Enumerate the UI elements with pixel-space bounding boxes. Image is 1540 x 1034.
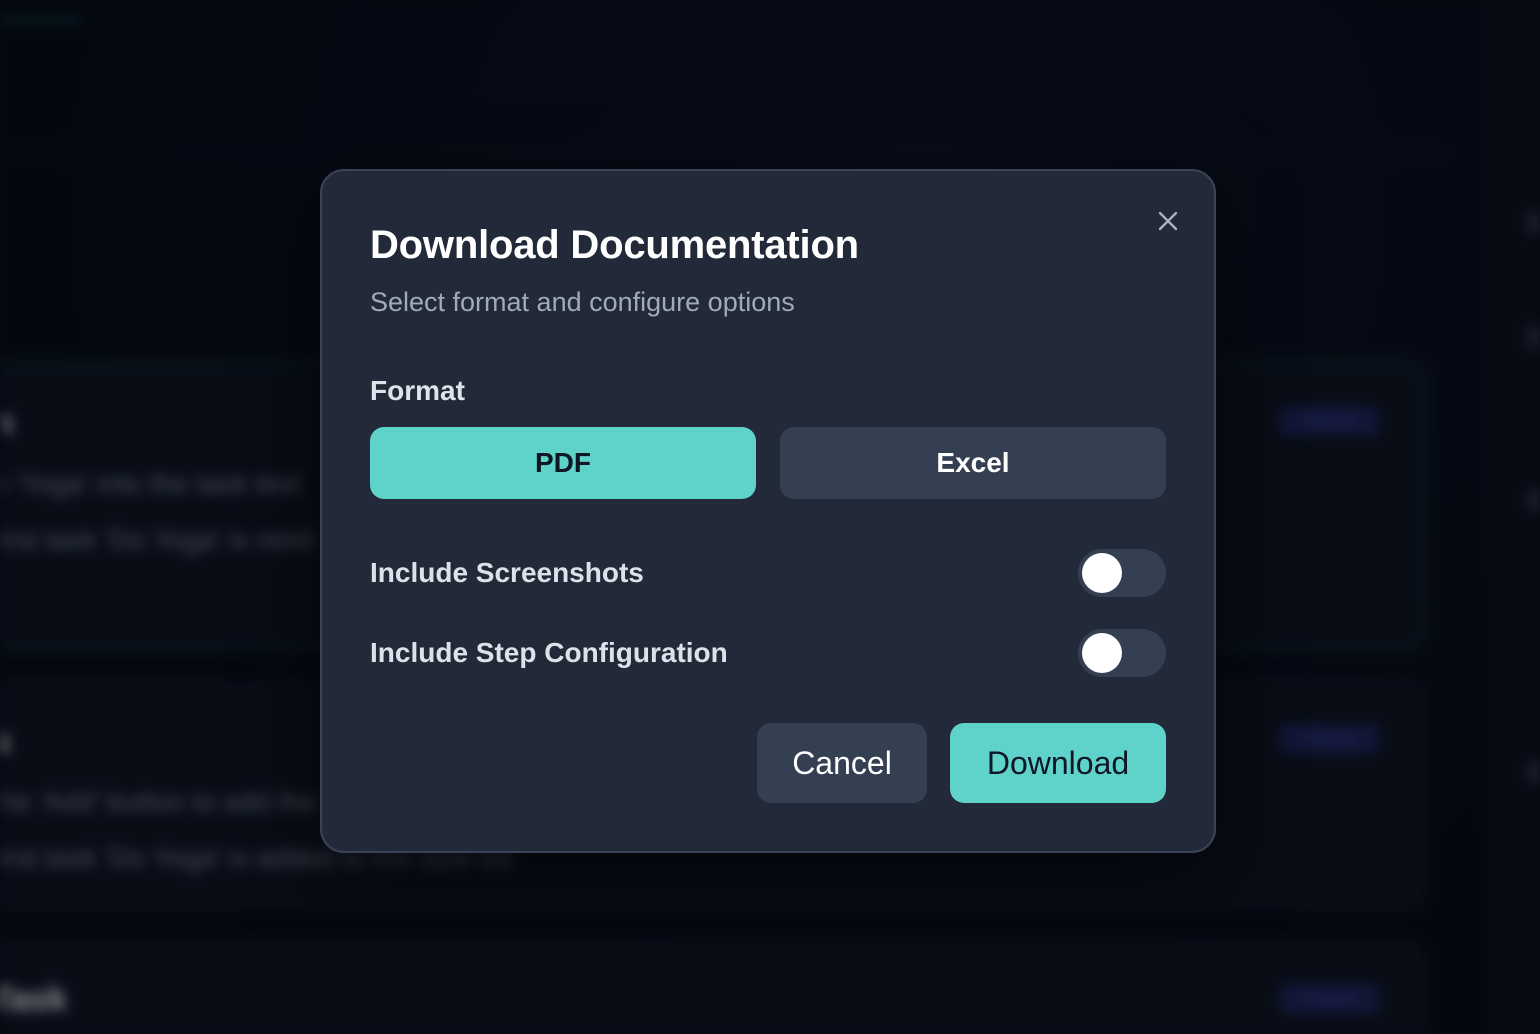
- download-button[interactable]: Download: [950, 723, 1166, 803]
- include-step-configuration-toggle[interactable]: [1078, 629, 1166, 677]
- cancel-button[interactable]: Cancel: [757, 723, 927, 803]
- toggle-knob: [1082, 633, 1122, 673]
- toggle-knob: [1082, 553, 1122, 593]
- option-row-step-configuration: Include Step Configuration: [370, 629, 1166, 677]
- close-button[interactable]: [1154, 207, 1182, 235]
- close-icon: [1158, 211, 1178, 231]
- dialog-subtitle: Select format and configure options: [370, 287, 795, 317]
- format-pdf-button[interactable]: PDF: [370, 427, 756, 499]
- option-row-screenshots: Include Screenshots: [370, 549, 1166, 597]
- include-screenshots-label: Include Screenshots: [370, 557, 644, 588]
- format-excel-button[interactable]: Excel: [780, 427, 1166, 499]
- include-step-configuration-label: Include Step Configuration: [370, 637, 728, 668]
- format-label: Format: [370, 375, 465, 406]
- dialog-title: Download Documentation: [370, 223, 859, 267]
- include-screenshots-toggle[interactable]: [1078, 549, 1166, 597]
- download-documentation-dialog: Download Documentation Select format and…: [320, 169, 1216, 853]
